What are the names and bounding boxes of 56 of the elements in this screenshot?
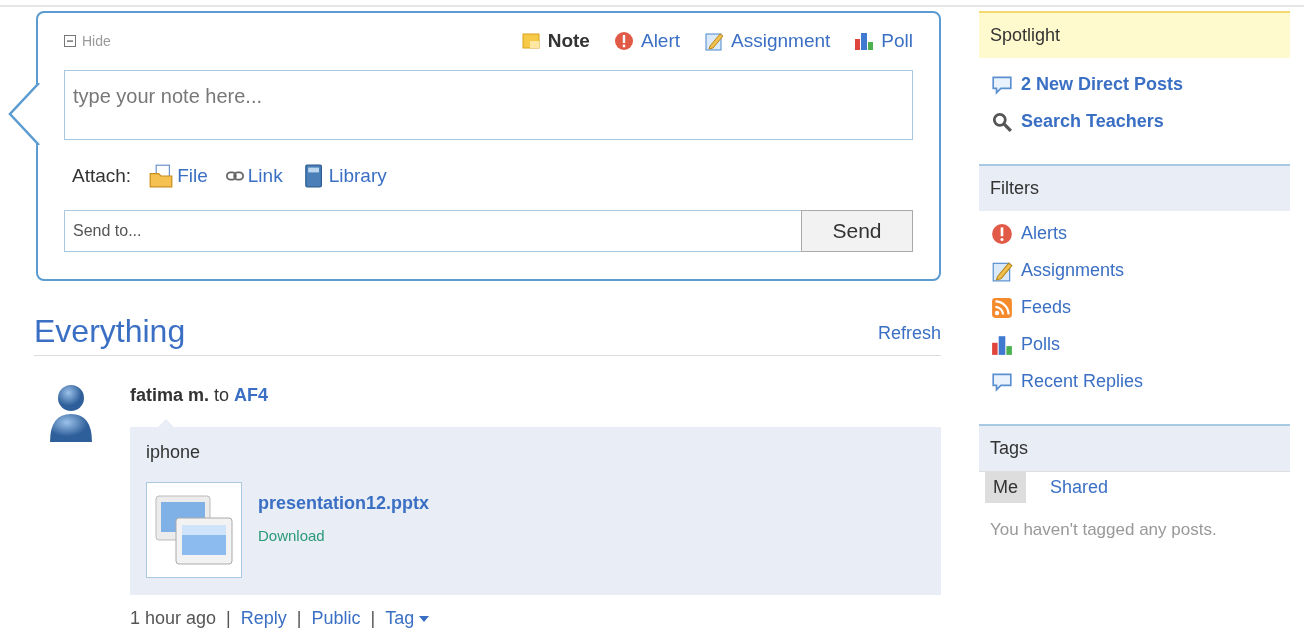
sidebar-link[interactable]: Assignments [979, 252, 1290, 289]
send-to-field[interactable]: Send to... [64, 210, 801, 252]
pencil-note-icon [991, 259, 1013, 282]
note-icon [520, 31, 541, 52]
post-action-link[interactable]: Public [311, 605, 361, 632]
section-header: Spotlight [979, 11, 1290, 58]
collapse-icon [64, 35, 76, 48]
refresh-link[interactable]: Refresh [877, 320, 941, 347]
folder-icon [149, 163, 174, 188]
post-type-tab[interactable]: Poll [854, 27, 913, 56]
caret-icon [418, 614, 431, 623]
post-text: iphone [146, 441, 202, 464]
separator: | [370, 607, 376, 630]
send-button[interactable]: Send [801, 210, 913, 252]
post-author: fatima m. [130, 385, 210, 405]
pencil-note-icon [704, 31, 725, 52]
feed-title: Everything [34, 315, 186, 347]
attach-link[interactable]: Library [300, 161, 387, 190]
separator: | [226, 607, 231, 630]
post-type-tab[interactable]: Note [520, 27, 590, 56]
alert-icon [613, 31, 634, 52]
bar-chart-icon [854, 31, 875, 52]
sidebar-link[interactable]: Recent Replies [979, 363, 1290, 400]
download-link[interactable]: Download [258, 525, 325, 548]
hide-link[interactable]: Hide [64, 30, 111, 52]
attach-link[interactable]: Link [225, 161, 283, 190]
tag-tab[interactable]: Shared [1042, 472, 1117, 503]
bar-chart-icon [991, 333, 1013, 356]
tag-tab[interactable]: Me [985, 472, 1026, 503]
separator: | [296, 607, 302, 630]
sidebar-link[interactable]: 2 New Direct Posts [979, 66, 1290, 103]
attach-label: Attach: [72, 163, 132, 188]
alert-icon [991, 222, 1013, 245]
note-field[interactable]: type your note here... [64, 69, 913, 140]
attach-link[interactable]: File [149, 161, 208, 190]
speech-bubble-icon [991, 73, 1013, 96]
sidebar-link[interactable]: Feeds [979, 289, 1290, 326]
recipient-link[interactable]: AF4 [234, 385, 269, 405]
empty-message: You haven't tagged any posts. [989, 519, 1218, 541]
search-icon [991, 110, 1013, 133]
post-action-link[interactable]: Tag [385, 605, 431, 632]
sidebar-link[interactable]: Polls [979, 326, 1290, 363]
attachment-thumbnail[interactable] [146, 482, 242, 578]
attachment-link[interactable]: presentation12.pptx [258, 490, 430, 517]
post-type-tab[interactable]: Alert [613, 27, 681, 56]
section-header: Tags [979, 424, 1290, 471]
rss-icon [991, 296, 1013, 319]
post-type-tab[interactable]: Assignment [704, 27, 831, 56]
to-label: to [214, 385, 230, 405]
section-header: Filters [979, 164, 1290, 211]
post-action-link[interactable]: Reply [240, 605, 287, 632]
post-time: 1 hour ago [130, 607, 217, 630]
sidebar-link[interactable]: Alerts [979, 215, 1290, 252]
sidebar-link[interactable]: Search Teachers [979, 103, 1290, 140]
speech-bubble-icon [991, 370, 1013, 393]
hide-label: Hide [82, 31, 111, 51]
